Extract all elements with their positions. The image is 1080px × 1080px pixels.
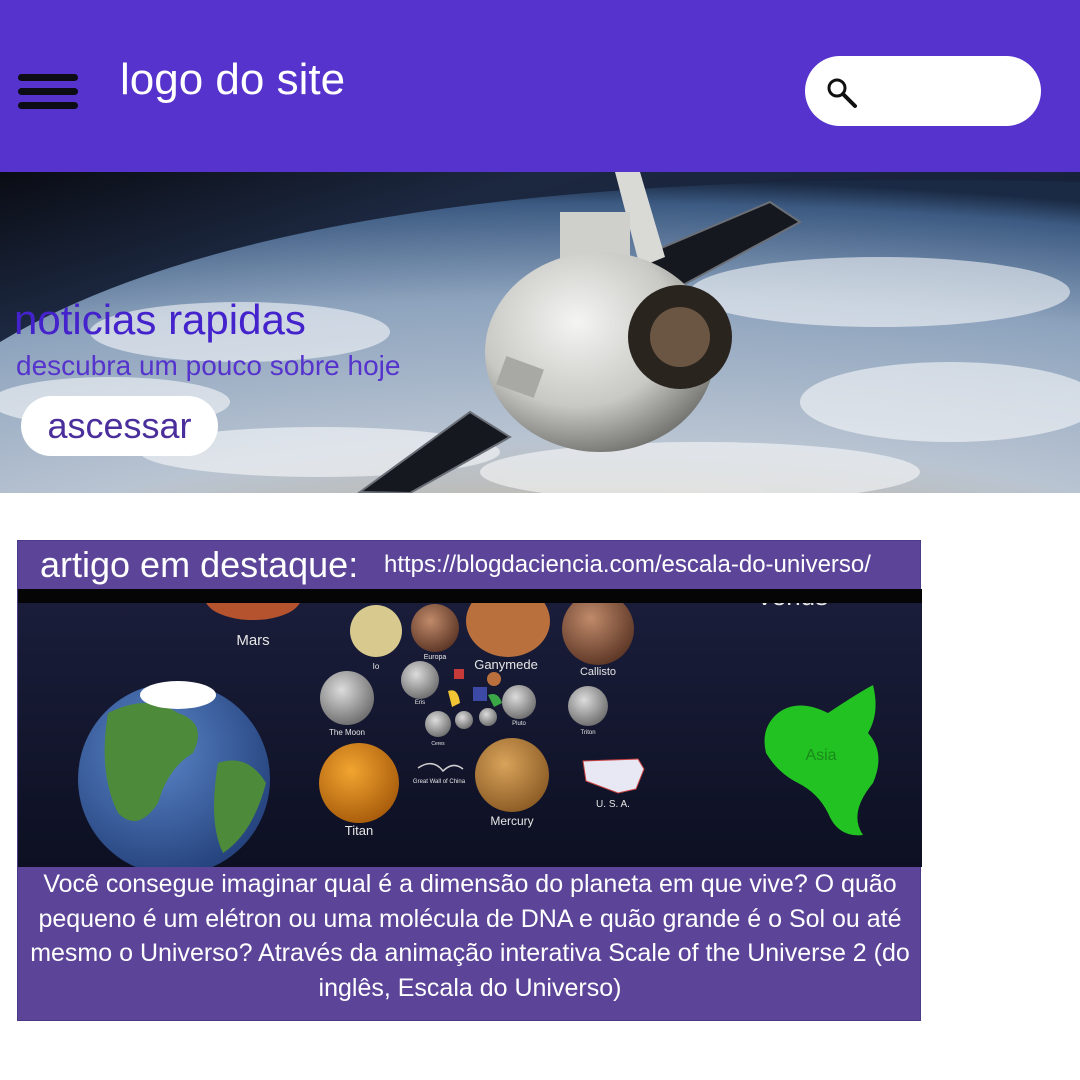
titan-label: Titan [345, 823, 373, 838]
ganymede-label: Ganymede [474, 657, 538, 672]
venus-label: Venus [756, 603, 828, 611]
great-wall-label: Great Wall of China [413, 779, 466, 785]
moon-label: The Moon [329, 728, 365, 737]
usa-label: U. S. A. [596, 799, 630, 810]
site-logo[interactable]: logo do site [120, 52, 345, 108]
ceres-label: Ceres [431, 741, 445, 747]
featured-article-card[interactable]: artigo em destaque: https://blogdacienci… [17, 540, 922, 1021]
triton-label: Triton [580, 730, 595, 736]
hero-subtitle: descubra um pouco sobre hoje [16, 350, 401, 381]
hero-banner: noticias rapidas descubra um pouco sobre… [0, 172, 1080, 493]
featured-article-excerpt: Você consegue imaginar qual é a dimensão… [30, 870, 910, 1002]
featured-article-header: artigo em destaque: https://blogdacienci… [18, 541, 922, 589]
eris-label: Eris [415, 700, 425, 706]
site-header: logo do site [0, 0, 1080, 172]
pluto-label: Pluto [512, 721, 526, 727]
asia-label: Asia [805, 747, 836, 764]
search-input[interactable] [871, 68, 1025, 116]
scale-of-universe-image: Mars Io Europa Ganymede Callisto Venus T… [18, 603, 922, 867]
mars-label: Mars [236, 632, 269, 649]
hero-title: noticias rapidas [14, 296, 306, 343]
search-box[interactable] [805, 56, 1041, 126]
callisto-label: Callisto [580, 666, 616, 678]
europa-label: Europa [424, 654, 447, 661]
magnifier-icon[interactable] [825, 76, 859, 110]
featured-article-link[interactable]: https://blogdaciencia.com/escala-do-univ… [384, 549, 871, 581]
access-button[interactable]: ascessar [21, 396, 218, 456]
hamburger-menu-icon[interactable] [18, 74, 78, 110]
io-label: Io [373, 662, 380, 671]
featured-article-label: artigo em destaque: [40, 544, 359, 585]
mercury-label: Mercury [490, 814, 533, 828]
image-top-bar [18, 589, 922, 603]
